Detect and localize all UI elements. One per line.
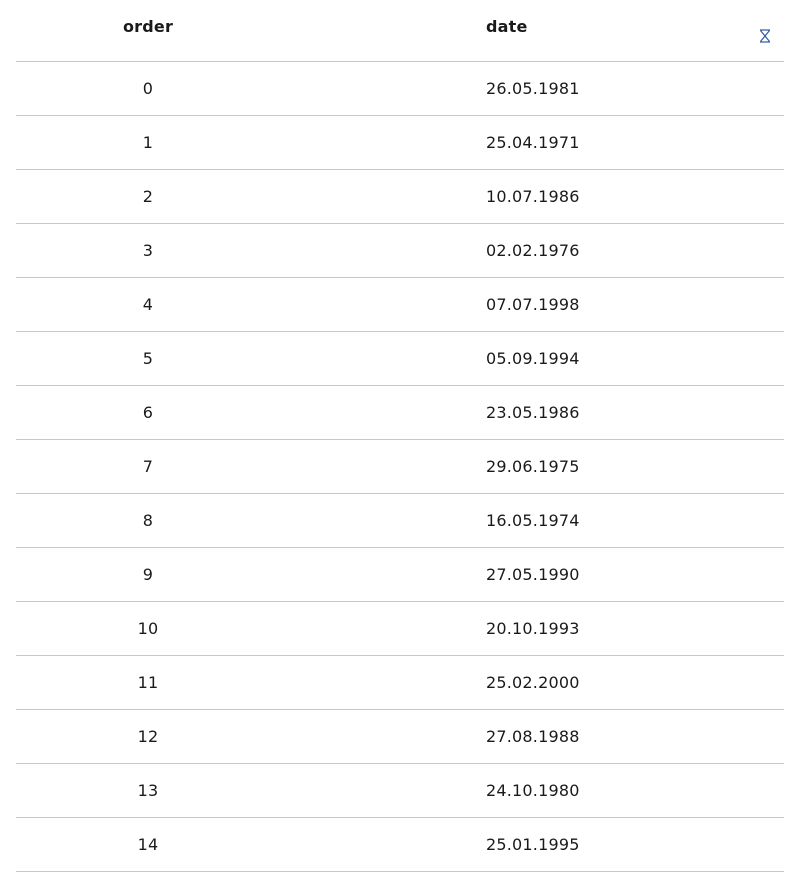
data-table: order date 0 26.05.1981 1 25.04.1971 2 10.07.… (16, 0, 784, 872)
cell-date: 25.04.1971 (486, 133, 580, 152)
cell-order: 0 (142, 79, 154, 98)
table-row[interactable]: 5 05.09.1994 (16, 332, 784, 386)
table-row[interactable]: 0 26.05.1981 (16, 62, 784, 116)
column-header-date[interactable]: date (486, 0, 686, 57)
table-row[interactable]: 8 16.05.1974 (16, 494, 784, 548)
table-row[interactable]: 14 25.01.1995 (16, 818, 784, 872)
cell-order: 8 (142, 511, 154, 530)
table-row[interactable]: 6 23.05.1986 (16, 386, 784, 440)
table-row[interactable]: 10 20.10.1993 (16, 602, 784, 656)
cell-date: 26.05.1981 (486, 79, 580, 98)
table-row[interactable]: 11 25.02.2000 (16, 656, 784, 710)
cell-order: 10 (137, 619, 159, 638)
cell-date: 27.08.1988 (486, 727, 580, 746)
sort-toggle-icon (760, 29, 770, 43)
cell-date: 25.01.1995 (486, 835, 580, 854)
table-row[interactable]: 13 24.10.1980 (16, 764, 784, 818)
cell-date: 05.09.1994 (486, 349, 580, 368)
cell-order: 1 (142, 133, 154, 152)
cell-date: 23.05.1986 (486, 403, 580, 422)
cell-order: 13 (137, 781, 159, 800)
cell-date: 07.07.1998 (486, 295, 580, 314)
cell-order: 3 (142, 241, 154, 260)
column-header-order[interactable]: order (16, 0, 280, 57)
table-row[interactable]: 2 10.07.1986 (16, 170, 784, 224)
cell-order: 14 (137, 835, 159, 854)
cell-date: 20.10.1993 (486, 619, 580, 638)
cell-date: 02.02.1976 (486, 241, 580, 260)
table-row[interactable]: 12 27.08.1988 (16, 710, 784, 764)
cell-date: 25.02.2000 (486, 673, 580, 692)
table-body: 0 26.05.1981 1 25.04.1971 2 10.07.1986 3 02.02.… (16, 62, 784, 872)
sort-toggle-button[interactable] (756, 26, 774, 46)
table-header-row: order date (16, 0, 784, 62)
cell-order: 7 (142, 457, 154, 476)
table-row[interactable]: 9 27.05.1990 (16, 548, 784, 602)
cell-date: 24.10.1980 (486, 781, 580, 800)
table-row[interactable]: 4 07.07.1998 (16, 278, 784, 332)
cell-date: 29.06.1975 (486, 457, 580, 476)
cell-order: 4 (142, 295, 154, 314)
cell-order: 12 (137, 727, 159, 746)
cell-order: 5 (142, 349, 154, 368)
cell-order: 9 (142, 565, 154, 584)
cell-date: 16.05.1974 (486, 511, 580, 530)
cell-order: 2 (142, 187, 154, 206)
cell-date: 27.05.1990 (486, 565, 580, 584)
cell-date: 10.07.1986 (486, 187, 580, 206)
cell-order: 11 (137, 673, 159, 692)
cell-order: 6 (142, 403, 154, 422)
table-row[interactable]: 3 02.02.1976 (16, 224, 784, 278)
table-row[interactable]: 7 29.06.1975 (16, 440, 784, 494)
table-row[interactable]: 1 25.04.1971 (16, 116, 784, 170)
